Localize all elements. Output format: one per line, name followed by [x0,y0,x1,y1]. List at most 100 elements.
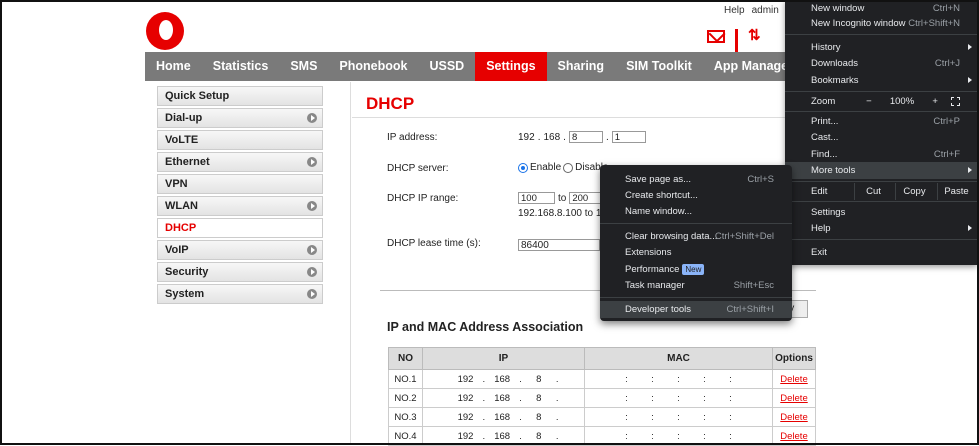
table-row: NO.2 192. 168. 8. ::::: Delete [388,388,816,408]
table-row: NO.4 192. 168. 8. ::::: Delete [388,426,816,446]
menu-separator [785,239,977,240]
sidebar-item-label: VPN [165,178,188,190]
submenu-developer-tools[interactable]: Developer tools Ctrl+Shift+I [600,301,792,318]
copy-button[interactable]: Copy [895,183,933,200]
chevron-right-icon [968,77,972,83]
nav-phonebook[interactable]: Phonebook [328,52,418,81]
row-ip[interactable]: 192. 168. 8. [422,388,585,408]
dhcp-range-field: 100 to 200 [518,192,607,204]
page-title: DHCP [366,94,415,113]
menu-downloads[interactable]: Downloads Ctrl+J [785,55,977,72]
content-divider [350,82,351,445]
submenu-task-manager[interactable]: Task manager Shift+Esc [600,277,792,294]
help-link[interactable]: Help [724,5,745,16]
row-mac[interactable]: ::::: [584,407,773,427]
menu-bookmarks[interactable]: Bookmarks [785,72,977,89]
menu-separator [785,111,977,112]
chevron-right-icon [307,267,317,277]
sidebar-item-dial-up[interactable]: Dial-up [157,108,323,128]
submenu-create-shortcut[interactable]: Create shortcut... [600,187,792,204]
menu-help[interactable]: Help [785,220,977,237]
menu-find[interactable]: Find... Ctrl+F [785,146,977,163]
nav-sharing[interactable]: Sharing [547,52,616,81]
ip-octet-1: 192 [518,131,535,143]
sidebar-item-voip[interactable]: VoIP [157,240,323,260]
menu-settings[interactable]: Settings [785,204,977,221]
chevron-right-icon [307,289,317,299]
nav-statistics[interactable]: Statistics [202,52,280,81]
cut-button[interactable]: Cut [854,183,892,200]
menu-print[interactable]: Print... Ctrl+P [785,113,977,130]
dhcp-server-radio-group: Enable Disable [518,162,609,173]
row-mac[interactable]: ::::: [584,426,773,446]
ip-octet-3-input[interactable]: 8 [568,131,603,143]
menu-zoom-row: Zoom − 100% + [785,93,977,110]
row-mac[interactable]: ::::: [584,388,773,408]
row-ip[interactable]: 192. 168. 8. [422,426,585,446]
row-no: NO.3 [388,407,423,427]
sidebar-item-volte[interactable]: VoLTE [157,130,323,150]
chevron-right-icon [307,113,317,123]
col-mac: MAC [584,347,773,370]
paste-button[interactable]: Paste [937,183,975,200]
vodafone-logo[interactable] [146,12,184,50]
row-ip[interactable]: 192. 168. 8. [422,369,585,389]
nav-sim-toolkit[interactable]: SIM Toolkit [615,52,703,81]
menu-exit[interactable]: Exit [785,244,977,261]
menu-separator [785,91,977,92]
fullscreen-icon[interactable] [951,97,960,106]
ip-address-label: IP address: [387,132,438,143]
table-row: NO.3 192. 168. 8. ::::: Delete [388,407,816,427]
delete-link[interactable]: Delete [780,431,807,442]
sidebar-item-label: VoIP [165,244,189,256]
chevron-right-icon [307,201,317,211]
menu-history[interactable]: History [785,39,977,56]
nav-ussd[interactable]: USSD [418,52,475,81]
sidebar-item-system[interactable]: System [157,284,323,304]
delete-link[interactable]: Delete [780,412,807,423]
sidebar-item-vpn[interactable]: VPN [157,174,323,194]
sidebar-item-dhcp[interactable]: DHCP [157,218,323,238]
row-ip[interactable]: 192. 168. 8. [422,407,585,427]
menu-cast[interactable]: Cast... [785,129,977,146]
chevron-right-icon [307,157,317,167]
sidebar-item-label: Ethernet [165,156,210,168]
menu-new-incognito[interactable]: New Incognito window Ctrl+Shift+N [785,15,977,32]
disable-radio[interactable] [563,162,574,173]
submenu-clear-browsing-data[interactable]: Clear browsing data... Ctrl+Shift+Del [600,228,792,245]
main-nav: Home Statistics SMS Phonebook USSD Setti… [145,52,818,81]
range-start-input[interactable]: 100 [518,192,555,204]
sidebar-item-wlan[interactable]: WLAN [157,196,323,216]
sidebar-item-quick-setup[interactable]: Quick Setup [157,86,323,106]
enable-radio[interactable] [518,162,528,173]
ip-octet-4-input[interactable]: 1 [611,131,646,143]
data-transfer-icon: ⇅ [748,27,761,44]
row-mac[interactable]: ::::: [584,369,773,389]
lease-time-input[interactable]: 86400 [518,239,600,251]
submenu-name-window[interactable]: Name window... [600,203,792,220]
mail-icon[interactable] [707,30,725,43]
submenu-performance[interactable]: Performance New [600,261,792,278]
menu-separator [785,34,977,35]
menu-more-tools[interactable]: More tools [785,162,977,179]
nav-sms[interactable]: SMS [279,52,328,81]
zoom-in-button[interactable]: + [932,93,938,110]
zoom-out-button[interactable]: − [866,93,872,110]
nav-home[interactable]: Home [145,52,202,81]
zoom-label: Zoom [811,96,836,107]
col-ip: IP [422,347,585,370]
nav-settings[interactable]: Settings [475,52,547,81]
chevron-right-icon [968,167,972,173]
sidebar-item-label: VoLTE [165,134,199,146]
delete-link[interactable]: Delete [780,393,807,404]
sidebar-item-ethernet[interactable]: Ethernet [157,152,323,172]
submenu-save-page[interactable]: Save page as... Ctrl+S [600,171,792,188]
more-tools-submenu: Save page as... Ctrl+S Create shortcut...… [600,165,792,321]
delete-link[interactable]: Delete [780,374,807,385]
ip-mac-table: NO IP MAC Options NO.1 192. 168. 8. ::::: … [388,347,816,446]
dhcp-range-label: DHCP IP range: [387,193,459,204]
submenu-extensions[interactable]: Extensions [600,244,792,261]
chevron-right-icon [968,44,972,50]
sidebar-item-security[interactable]: Security [157,262,323,282]
menu-separator [600,297,792,298]
